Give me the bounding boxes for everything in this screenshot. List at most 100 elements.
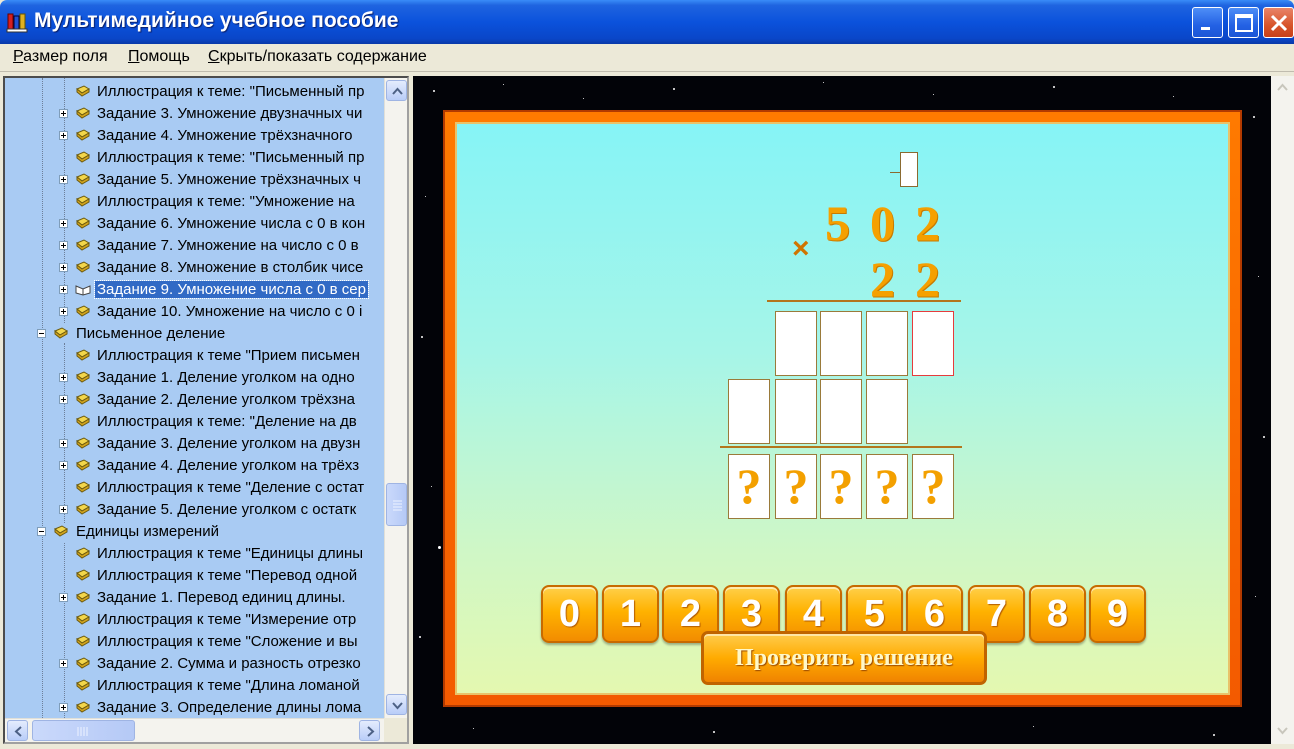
partial2-cell[interactable]: [775, 379, 817, 444]
partial1-cell[interactable]: [820, 311, 862, 376]
tree-item[interactable]: Задание 2. Сумма и разность отрезко: [5, 653, 385, 675]
expand-plus-icon[interactable]: [59, 175, 68, 184]
collapse-minus-icon[interactable]: [37, 329, 46, 338]
scroll-up-button[interactable]: [386, 80, 407, 101]
close-button[interactable]: [1263, 7, 1294, 38]
expand-plus-icon[interactable]: [59, 131, 68, 140]
tree-vertical-scrollbar[interactable]: [384, 78, 407, 718]
tree-item[interactable]: Задание 1. Перевод единиц длины.: [5, 587, 385, 609]
tree-item-selected[interactable]: Задание 9. Умножение числа с 0 в сер: [5, 279, 385, 301]
scroll-right-button[interactable]: [359, 720, 380, 741]
expand-plus-icon[interactable]: [59, 659, 68, 668]
tree-item-label: Письменное деление: [76, 325, 226, 342]
tree-item-label: Иллюстрация к теме: "Деление на дв: [97, 413, 357, 430]
result-cell[interactable]: ?: [912, 454, 954, 519]
partial2-cell[interactable]: [866, 379, 908, 444]
scroll-down-button[interactable]: [386, 694, 407, 715]
expand-plus-icon[interactable]: [59, 395, 68, 404]
tree-item[interactable]: Иллюстрация к теме: "Письменный пр: [5, 147, 385, 169]
check-solution-button[interactable]: Проверить решение: [701, 631, 987, 685]
tree-item[interactable]: Задание 5. Умножение трёхзначных ч: [5, 169, 385, 191]
tree-item[interactable]: Иллюстрация к теме "Деление с остат: [5, 477, 385, 499]
partial1-cell[interactable]: [866, 311, 908, 376]
digit-key-8[interactable]: 8: [1029, 585, 1086, 643]
expand-plus-icon[interactable]: [59, 505, 68, 514]
contents-tree[interactable]: Иллюстрация к теме: "Письменный пр Задани…: [3, 76, 409, 744]
maximize-button[interactable]: [1228, 7, 1259, 38]
scroll-left-button[interactable]: [7, 720, 28, 741]
star-decoration: [1258, 276, 1259, 277]
tree-item[interactable]: Задание 6. Умножение числа с 0 в кон: [5, 213, 385, 235]
star-decoration: [433, 90, 435, 92]
expand-plus-icon[interactable]: [59, 219, 68, 228]
result-cell[interactable]: ?: [820, 454, 862, 519]
tree-item[interactable]: Единицы измерений: [5, 521, 385, 543]
tree-item[interactable]: Иллюстрация к теме "Длина ломаной: [5, 675, 385, 697]
digit-key-1[interactable]: 1: [602, 585, 659, 643]
grip-icon: [77, 727, 88, 736]
tree-item[interactable]: Иллюстрация к теме "Прием письмен: [5, 345, 385, 367]
chevron-down-icon: [392, 702, 403, 710]
close-icon: [1270, 14, 1288, 32]
expand-plus-icon[interactable]: [59, 263, 68, 272]
exercise-frame: 5 0 2 × 2 2 ? ? ? ? ? 0 1 2 3 4 5 6 7 8 …: [443, 110, 1242, 707]
tree-item[interactable]: Иллюстрация к теме: "Деление на дв: [5, 411, 385, 433]
tree-item[interactable]: Задание 10. Умножение на число с 0 i: [5, 301, 385, 323]
expand-plus-icon[interactable]: [59, 439, 68, 448]
expand-plus-icon[interactable]: [59, 285, 68, 294]
collapse-minus-icon[interactable]: [37, 527, 46, 536]
expand-plus-icon[interactable]: [59, 241, 68, 250]
tree-item[interactable]: Иллюстрация к теме: "Письменный пр: [5, 81, 385, 103]
expand-plus-icon[interactable]: [59, 373, 68, 382]
menu-field-size[interactable]: Размер поля: [13, 48, 108, 66]
tree-item[interactable]: Иллюстрация к теме "Измерение отр: [5, 609, 385, 631]
tree-item-label: Иллюстрация к теме "Деление с остат: [97, 479, 365, 496]
expand-plus-icon[interactable]: [59, 703, 68, 712]
title-bar[interactable]: Мультимедийное учебное пособие: [0, 0, 1294, 44]
tree-item[interactable]: Задание 5. Деление уголком с остатк: [5, 499, 385, 521]
tree-item[interactable]: Задание 4. Деление уголком на трёхз: [5, 455, 385, 477]
tree-horizontal-scrollbar[interactable]: [5, 718, 384, 742]
tree-item[interactable]: Задание 7. Умножение на число с 0 в: [5, 235, 385, 257]
book-icon: [76, 591, 90, 603]
book-icon: [76, 679, 90, 691]
result-cell[interactable]: ?: [728, 454, 770, 519]
exercise-stage: 5 0 2 × 2 2 ? ? ? ? ? 0 1 2 3 4 5 6 7 8 …: [413, 76, 1271, 744]
partial1-cell[interactable]: [775, 311, 817, 376]
tree-item[interactable]: Иллюстрация к теме "Сложение и вы: [5, 631, 385, 653]
tree-item[interactable]: Иллюстрация к теме "Единицы длины: [5, 543, 385, 565]
expand-plus-icon[interactable]: [59, 307, 68, 316]
tree-item[interactable]: Задание 3. Определение длины лома: [5, 697, 385, 719]
menu-help[interactable]: Помощь: [128, 48, 190, 66]
result-cell[interactable]: ?: [866, 454, 908, 519]
tree-item[interactable]: Письменное деление: [5, 323, 385, 345]
chevron-down-icon[interactable]: [1271, 720, 1294, 742]
tree-item[interactable]: Задание 3. Деление уголком на двузн: [5, 433, 385, 455]
menu-toggle-contents[interactable]: Скрыть/показать содержание: [208, 48, 427, 66]
tree-item[interactable]: Задание 2. Деление уголком трёхзна: [5, 389, 385, 411]
book-icon: [76, 393, 90, 405]
tree-item-label: Иллюстрация к теме "Измерение отр: [97, 611, 357, 628]
minimize-button[interactable]: [1192, 7, 1223, 38]
tree-item[interactable]: Иллюстрация к теме: "Умножение на: [5, 191, 385, 213]
digit-key-9[interactable]: 9: [1089, 585, 1146, 643]
digit-key-0[interactable]: 0: [541, 585, 598, 643]
tree-item[interactable]: Задание 1. Деление уголком на одно: [5, 367, 385, 389]
partial2-cell[interactable]: [728, 379, 770, 444]
expand-plus-icon[interactable]: [59, 109, 68, 118]
scroll-thumb[interactable]: [386, 483, 407, 526]
chevron-up-icon[interactable]: [1271, 76, 1294, 98]
partial1-cell-active[interactable]: [912, 311, 954, 376]
tree-item[interactable]: Иллюстрация к теме "Перевод одной: [5, 565, 385, 587]
tree-item[interactable]: Задание 3. Умножение двузначных чи: [5, 103, 385, 125]
stage-vertical-scrollbar[interactable]: [1271, 76, 1294, 744]
h-scroll-thumb[interactable]: [32, 720, 135, 741]
carry-input-box[interactable]: [900, 152, 918, 187]
tree-item[interactable]: Задание 4. Умножение трёхзначного: [5, 125, 385, 147]
expand-plus-icon[interactable]: [59, 593, 68, 602]
result-cell[interactable]: ?: [775, 454, 817, 519]
tree-item[interactable]: Задание 8. Умножение в столбик чисе: [5, 257, 385, 279]
partial2-cell[interactable]: [820, 379, 862, 444]
star-decoration: [1053, 86, 1055, 88]
expand-plus-icon[interactable]: [59, 461, 68, 470]
